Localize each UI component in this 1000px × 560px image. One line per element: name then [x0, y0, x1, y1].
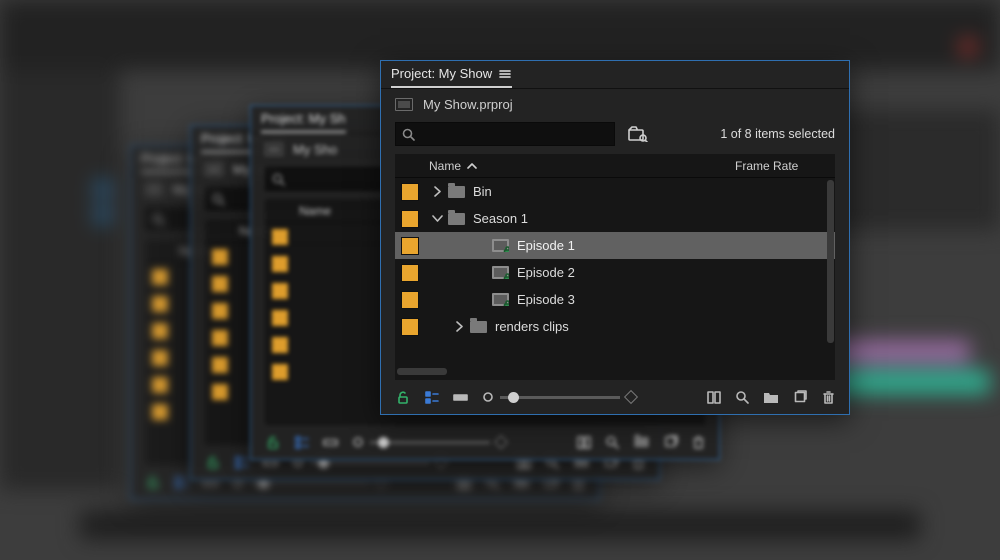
row-label: Episode 3 [511, 292, 575, 307]
selection-status: 1 of 8 items selected [720, 127, 835, 141]
new-bin-button[interactable] [763, 390, 779, 404]
icon-view-button[interactable] [453, 391, 468, 403]
label-color-chip[interactable] [401, 318, 419, 336]
column-name[interactable]: Name [429, 159, 735, 173]
panel-title: Project: My Show [391, 66, 492, 81]
panel-tabbar: Project: My Show [381, 61, 849, 89]
column-framerate[interactable]: Frame Rate [735, 159, 835, 173]
folder-icon [448, 186, 465, 198]
search-icon [402, 128, 415, 141]
filter-bin-button[interactable] [625, 123, 651, 145]
project-panel: Project: My Show My Show.prproj 1 of 8 i… [380, 60, 850, 415]
project-list: Name Frame Rate Bin Season 1 Episode 1 Epis… [395, 154, 835, 380]
panel-menu-icon[interactable] [498, 68, 512, 80]
slider-min-icon [482, 391, 494, 403]
lock-open-icon[interactable] [395, 390, 410, 405]
list-row[interactable]: Bin [395, 178, 835, 205]
folder-icon [448, 213, 465, 225]
panel-tab[interactable]: Project: My Show [391, 61, 512, 88]
label-color-chip[interactable] [401, 264, 419, 282]
sort-asc-icon [467, 162, 477, 170]
row-label: renders clips [489, 319, 569, 334]
search-input[interactable] [395, 122, 615, 146]
row-label: Episode 2 [511, 265, 575, 280]
sequence-icon [492, 239, 509, 252]
list-row[interactable]: Episode 3 [395, 286, 835, 313]
filter-bin-icon [628, 126, 648, 142]
sequence-icon [492, 293, 509, 306]
chevron-right-icon[interactable] [451, 321, 467, 332]
label-color-chip[interactable] [401, 237, 419, 255]
slider-max-icon [624, 390, 638, 404]
label-color-chip[interactable] [401, 210, 419, 228]
row-label: Episode 1 [511, 238, 575, 253]
chevron-down-icon[interactable] [429, 214, 445, 223]
chevron-right-icon[interactable] [429, 186, 445, 197]
list-row[interactable]: renders clips [395, 313, 835, 340]
vertical-scrollbar[interactable] [827, 180, 834, 368]
list-row[interactable]: Episode 2 [395, 259, 835, 286]
trash-button[interactable] [822, 390, 835, 405]
label-color-chip[interactable] [401, 291, 419, 309]
freeform-view-button[interactable] [707, 391, 721, 404]
find-button[interactable] [735, 390, 749, 404]
panel-footer [381, 380, 849, 414]
folder-icon [470, 321, 487, 333]
label-color-chip[interactable] [401, 183, 419, 201]
sequence-icon [492, 266, 509, 279]
project-file-name: My Show.prproj [423, 97, 513, 112]
horizontal-scrollbar[interactable] [395, 368, 835, 378]
row-label: Bin [467, 184, 492, 199]
thumbnail-size-slider[interactable] [482, 391, 636, 403]
new-item-button[interactable] [793, 390, 808, 405]
row-label: Season 1 [467, 211, 528, 226]
list-view-button[interactable] [424, 390, 439, 405]
list-row[interactable]: Episode 1 [395, 232, 835, 259]
project-file-icon [395, 98, 413, 111]
list-row[interactable]: Season 1 [395, 205, 835, 232]
